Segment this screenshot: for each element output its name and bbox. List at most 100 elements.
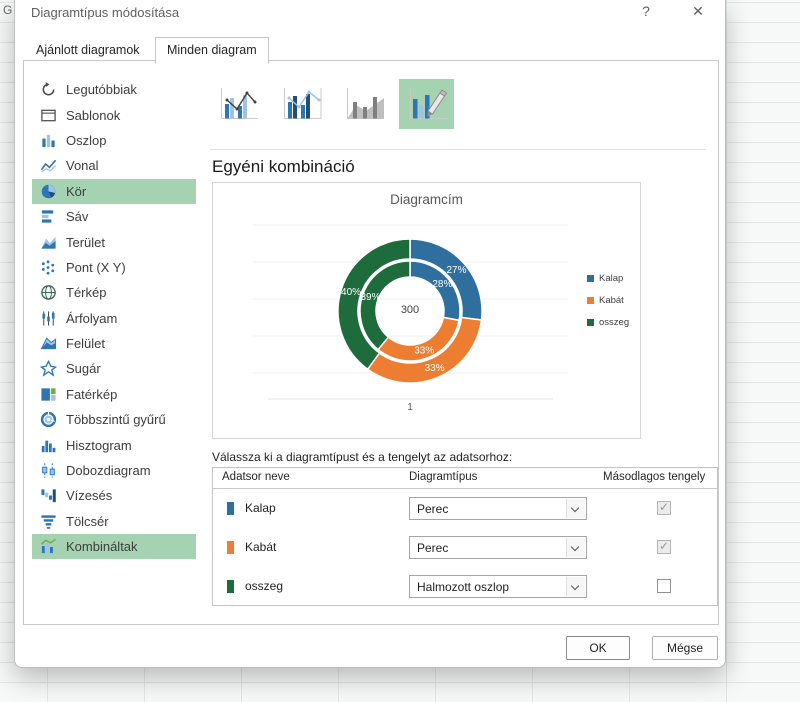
waterfall-chart-icon bbox=[40, 487, 63, 504]
header-chart-type: Diagramtípus bbox=[409, 471, 478, 483]
series-prompt: Válassza ki a diagramtípust és a tengely… bbox=[212, 450, 513, 464]
chart-type-dropdown[interactable]: Halmozott oszlop bbox=[409, 575, 587, 598]
svg-text:40%: 40% bbox=[341, 287, 361, 298]
sidebar-item-sugar[interactable]: Sugár bbox=[32, 356, 196, 381]
sidebar-item-felulet[interactable]: Felület bbox=[32, 331, 196, 356]
sidebar-item-vonal[interactable]: Vonal bbox=[32, 153, 196, 178]
series-row-kabat: Kabát Perec bbox=[213, 528, 717, 567]
sidebar-item-pont-x-y[interactable]: Pont (X Y) bbox=[32, 255, 196, 280]
change-chart-type-dialog: Diagramtípus módosítása ? ✕ Ajánlott dia… bbox=[14, 0, 726, 668]
sidebar-item-vizeses[interactable]: Vízesés bbox=[32, 483, 196, 508]
thumbnail-stacked-area-clustered-column[interactable] bbox=[336, 79, 391, 129]
sidebar-item-dobozdiagram[interactable]: Dobozdiagram bbox=[32, 458, 196, 483]
sidebar-item-label: Vonal bbox=[66, 158, 99, 174]
boxwhisker-chart-icon bbox=[40, 462, 63, 479]
dropdown-value: Halmozott oszlop bbox=[417, 580, 510, 594]
sidebar-item-label: Pont (X Y) bbox=[66, 259, 126, 275]
sidebar-item-kor[interactable]: Kör bbox=[32, 178, 196, 204]
thumbnail-custom-combination[interactable] bbox=[399, 79, 454, 129]
histogram-chart-icon bbox=[40, 437, 63, 454]
sidebar-item-terkep[interactable]: Térkép bbox=[32, 280, 196, 305]
scatter-chart-icon bbox=[40, 259, 63, 276]
dialog-content-frame: Legutóbbiak Sablonok Oszlop Vonal Kör Sáv Terü… bbox=[23, 60, 719, 625]
secondary-axis-checkbox[interactable] bbox=[657, 579, 671, 593]
close-icon[interactable]: ✕ bbox=[689, 3, 707, 20]
dropdown-value: Perec bbox=[417, 502, 449, 516]
header-secondary-axis: Másodlagos tengely bbox=[603, 471, 706, 483]
chart-preview: 27% 33% 40% 28% 33% 39% Diagramcím 300 Kalap K… bbox=[212, 182, 641, 439]
chevron-down-icon[interactable] bbox=[566, 577, 585, 596]
ok-button[interactable]: OK bbox=[566, 636, 630, 660]
sidebar-item-oszlop[interactable]: Oszlop bbox=[32, 128, 196, 153]
sidebar-item-sav[interactable]: Sáv bbox=[32, 204, 196, 229]
sidebar-item-sablonok[interactable]: Sablonok bbox=[32, 102, 196, 127]
sidebar-item-label: Kombináltak bbox=[66, 539, 138, 555]
sidebar-item-legutobbiak[interactable]: Legutóbbiak bbox=[32, 77, 196, 102]
thumbnail-clustered-column-line-secondary-axis[interactable] bbox=[273, 79, 328, 129]
svg-text:27%: 27% bbox=[446, 265, 466, 276]
sidebar-item-label: Fatérkép bbox=[66, 386, 118, 402]
series-table: Adatsor neve Diagramtípus Másodlagos ten… bbox=[212, 467, 718, 606]
chart-legend: Kalap Kabát osszeg bbox=[587, 273, 629, 339]
sunburst-chart-icon bbox=[40, 411, 63, 428]
series-color-swatch bbox=[227, 502, 234, 515]
chart-type-dropdown[interactable]: Perec bbox=[409, 536, 587, 559]
thumbnail-clustered-column-line[interactable] bbox=[210, 79, 265, 129]
sidebar-item-faterkep[interactable]: Fatérkép bbox=[32, 382, 196, 407]
stock-chart-icon bbox=[40, 310, 63, 327]
divider bbox=[210, 149, 706, 150]
header-series-name: Adatsor neve bbox=[222, 471, 290, 483]
tab-all-charts[interactable]: Minden diagram bbox=[154, 37, 269, 64]
chevron-down-icon[interactable] bbox=[566, 538, 585, 557]
legend-swatch bbox=[587, 275, 594, 282]
cancel-button[interactable]: Mégse bbox=[652, 636, 718, 660]
sidebar-item-label: Legutóbbiak bbox=[66, 82, 137, 98]
recent-icon bbox=[40, 81, 63, 98]
subtype-thumbnails bbox=[210, 79, 454, 129]
treemap-chart-icon bbox=[40, 386, 63, 403]
sidebar-item-label: Hisztogram bbox=[66, 437, 132, 453]
secondary-axis-checkbox[interactable] bbox=[657, 539, 671, 554]
radar-chart-icon bbox=[40, 360, 63, 378]
series-name: osszeg bbox=[245, 579, 284, 593]
sidebar-item-label: Többszintű gyűrű bbox=[66, 412, 166, 428]
sidebar-item-label: Sugár bbox=[66, 361, 101, 377]
legend-label: Kalap bbox=[599, 273, 624, 284]
secondary-axis-checkbox[interactable] bbox=[657, 500, 671, 515]
tab-recommended-charts[interactable]: Ajánlott diagramok bbox=[25, 38, 151, 63]
sidebar-item-tolcser[interactable]: Tölcsér bbox=[32, 509, 196, 534]
sidebar-item-terulet[interactable]: Terület bbox=[32, 229, 196, 254]
series-name: Kalap bbox=[245, 501, 276, 515]
sidebar-item-kombinaltak[interactable]: Kombináltak bbox=[32, 534, 196, 560]
help-icon[interactable]: ? bbox=[637, 3, 655, 19]
doughnut-center-label: 300 bbox=[400, 304, 420, 316]
legend-label: Kabát bbox=[599, 295, 624, 306]
chart-title: Diagramcím bbox=[390, 192, 463, 207]
series-row-osszeg: osszeg Halmozott oszlop bbox=[213, 567, 717, 606]
sidebar-item-label: Térkép bbox=[66, 285, 107, 301]
legend-item: Kabát bbox=[587, 295, 629, 306]
svg-text:28%: 28% bbox=[432, 279, 452, 290]
sidebar-item-tobbszintu-gyuru[interactable]: Többszintű gyűrű bbox=[32, 407, 196, 432]
templates-icon bbox=[40, 107, 63, 124]
legend-label: osszeg bbox=[599, 317, 630, 328]
category-axis-label: 1 bbox=[407, 402, 413, 413]
legend-item: osszeg bbox=[587, 317, 629, 328]
svg-text:33%: 33% bbox=[414, 346, 434, 357]
svg-text:39%: 39% bbox=[360, 292, 380, 303]
section-heading: Egyéni kombináció bbox=[212, 157, 355, 176]
chevron-down-icon[interactable] bbox=[566, 499, 585, 518]
dropdown-value: Perec bbox=[417, 541, 449, 555]
legend-item: Kalap bbox=[587, 273, 629, 284]
sidebar-item-hisztogram[interactable]: Hisztogram bbox=[32, 432, 196, 457]
svg-text:33%: 33% bbox=[425, 363, 445, 374]
sidebar-item-arfolyam[interactable]: Árfolyam bbox=[32, 306, 196, 331]
chart-type-dropdown[interactable]: Perec bbox=[409, 497, 587, 520]
sidebar-item-label: Sablonok bbox=[66, 107, 121, 123]
legend-swatch bbox=[587, 319, 594, 326]
line-chart-icon bbox=[40, 157, 63, 174]
sidebar-item-label: Dobozdiagram bbox=[66, 463, 151, 479]
dialog-tabs: Ajánlott diagramok Minden diagram bbox=[25, 37, 269, 64]
sidebar-item-label: Árfolyam bbox=[66, 310, 118, 326]
sidebar-item-label: Kör bbox=[66, 183, 87, 199]
